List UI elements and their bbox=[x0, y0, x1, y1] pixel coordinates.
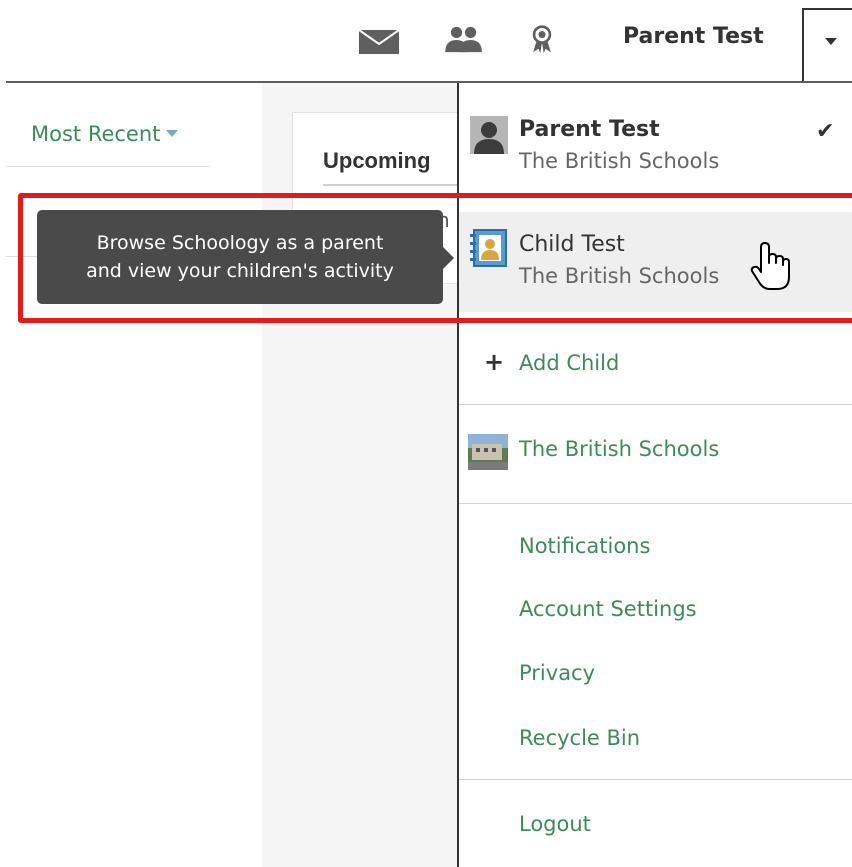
plus-icon: + bbox=[484, 348, 505, 376]
account-settings-link[interactable]: Account Settings bbox=[519, 597, 697, 621]
most-recent-label: Most Recent bbox=[31, 122, 161, 146]
divider bbox=[6, 166, 210, 167]
school-photo-icon bbox=[468, 434, 508, 470]
divider bbox=[459, 779, 852, 780]
badge-icon[interactable] bbox=[527, 24, 557, 54]
current-account-school: The British Schools bbox=[519, 149, 720, 173]
upcoming-title: Upcoming bbox=[323, 148, 431, 173]
notifications-link[interactable]: Notifications bbox=[519, 534, 650, 558]
recycle-bin-link[interactable]: Recycle Bin bbox=[519, 726, 640, 750]
most-recent-filter[interactable]: Most Recent bbox=[31, 122, 179, 146]
account-dropdown-toggle[interactable] bbox=[802, 8, 852, 82]
envelope-icon[interactable] bbox=[358, 27, 400, 57]
divider bbox=[459, 503, 852, 504]
logout-link[interactable]: Logout bbox=[519, 812, 591, 836]
upcoming-underline bbox=[323, 184, 458, 186]
user-name-menu[interactable]: Parent Test bbox=[623, 24, 764, 49]
checkmark-icon: ✔ bbox=[816, 119, 835, 144]
add-child-link[interactable]: Add Child bbox=[519, 351, 619, 375]
annotation-highlight-box bbox=[18, 193, 852, 323]
chevron-down-icon bbox=[166, 130, 179, 137]
school-link[interactable]: The British Schools bbox=[519, 437, 719, 461]
caret-down-icon bbox=[825, 38, 837, 45]
privacy-link[interactable]: Privacy bbox=[519, 661, 595, 685]
people-icon[interactable] bbox=[442, 24, 486, 54]
current-account-name[interactable]: Parent Test bbox=[519, 117, 660, 142]
top-navigation-bar: Parent Test bbox=[0, 0, 852, 82]
divider bbox=[459, 404, 852, 405]
parent-avatar-icon bbox=[470, 116, 508, 154]
